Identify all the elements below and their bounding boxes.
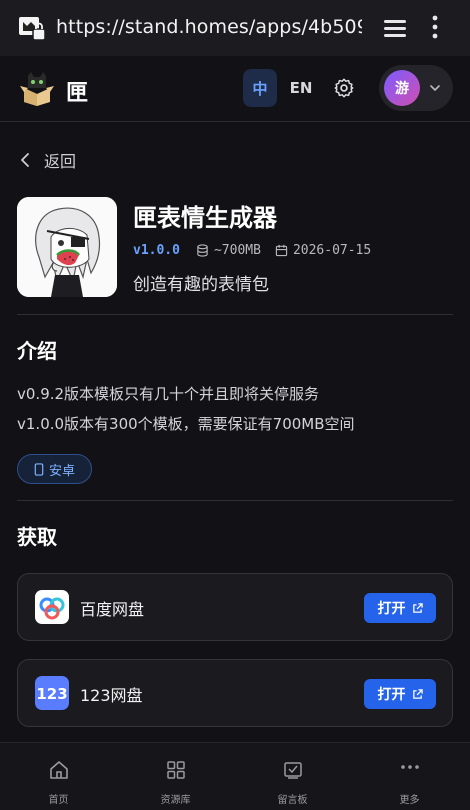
download-source-card: 123 123网盘 打开: [17, 659, 453, 727]
phone-icon: [34, 462, 44, 476]
external-link-icon: [412, 688, 423, 699]
nav-label: 留言板: [277, 795, 308, 806]
nav-item-library[interactable]: 资源库: [117, 743, 234, 810]
platform-tag-label: 安卓: [48, 463, 75, 479]
divider: [17, 314, 453, 315]
open-button[interactable]: 打开: [364, 593, 436, 623]
size-info: ~700MB: [196, 243, 261, 258]
chevron-down-icon: [430, 85, 440, 91]
tabs-icon[interactable]: [382, 17, 408, 39]
back-link[interactable]: 返回: [18, 148, 76, 172]
baidu-netdisk-icon: [35, 590, 69, 624]
app-description: 创造有趣的表情包: [133, 275, 269, 295]
platform-tag: 安卓: [17, 454, 92, 484]
nav-label: 首页: [48, 795, 69, 806]
date-info: 2026-07-15: [275, 243, 371, 258]
user-menu[interactable]: 游: [379, 65, 453, 111]
cat-box-logo-icon[interactable]: [18, 70, 56, 106]
logo-text[interactable]: 匣: [66, 75, 88, 107]
size-value: ~700MB: [213, 242, 261, 258]
source-name: 百度网盘: [80, 600, 145, 619]
obtain-heading: 获取: [17, 525, 57, 549]
address-bar-url[interactable]: https://stand.homes/apps/4b509943: [56, 16, 362, 38]
gear-icon[interactable]: [333, 77, 355, 99]
open-button-label: 打开: [377, 687, 406, 703]
app-icon-illustration: [17, 197, 117, 297]
nav-item-home[interactable]: 首页: [0, 743, 117, 810]
back-label: 返回: [44, 152, 77, 171]
chevron-left-icon: [21, 153, 29, 167]
nav-label: 资源库: [160, 795, 191, 806]
nav-item-more[interactable]: 更多: [351, 743, 468, 810]
home-icon: [50, 761, 68, 779]
open-button-label: 打开: [377, 601, 406, 617]
intro-line: v1.0.0版本有300个模板，需要保证有700MB空间: [17, 415, 355, 433]
nav-label: 更多: [399, 795, 420, 806]
message-board-icon: [284, 762, 302, 779]
123pan-icon: 123: [35, 676, 69, 710]
open-button[interactable]: 打开: [364, 679, 436, 709]
app-meta: v1.0.0 ~700MB 2026-07-15: [133, 240, 385, 260]
site-lock-icon[interactable]: [18, 16, 46, 42]
more-icon: [401, 765, 419, 769]
version-label: v1.0.0: [133, 242, 180, 258]
svg-text:123: 123: [36, 685, 67, 703]
download-source-card: 百度网盘 打开: [17, 573, 453, 641]
browser-menu-icon[interactable]: [432, 15, 438, 39]
database-icon: [197, 243, 208, 257]
intro-line: v0.9.2版本模板只有几十个并且即将关停服务: [17, 385, 320, 403]
language-zh-button[interactable]: 中: [243, 69, 277, 107]
calendar-icon: [275, 244, 288, 256]
avatar: 游: [384, 70, 420, 106]
divider: [17, 500, 453, 501]
nav-item-message-board[interactable]: 留言板: [234, 743, 351, 810]
bottom-nav: 首页 资源库 留言板 更多: [0, 742, 470, 810]
language-en-button[interactable]: EN: [284, 69, 318, 107]
app-title: 匣表情生成器: [133, 204, 277, 232]
grid-icon: [167, 761, 185, 779]
intro-heading: 介绍: [17, 339, 57, 363]
source-name: 123网盘: [80, 686, 143, 705]
date-value: 2026-07-15: [292, 242, 372, 258]
external-link-icon: [412, 602, 423, 613]
browser-bar: https://stand.homes/apps/4b509943: [0, 0, 470, 56]
app-header: 匣 中 EN 游: [0, 56, 470, 122]
